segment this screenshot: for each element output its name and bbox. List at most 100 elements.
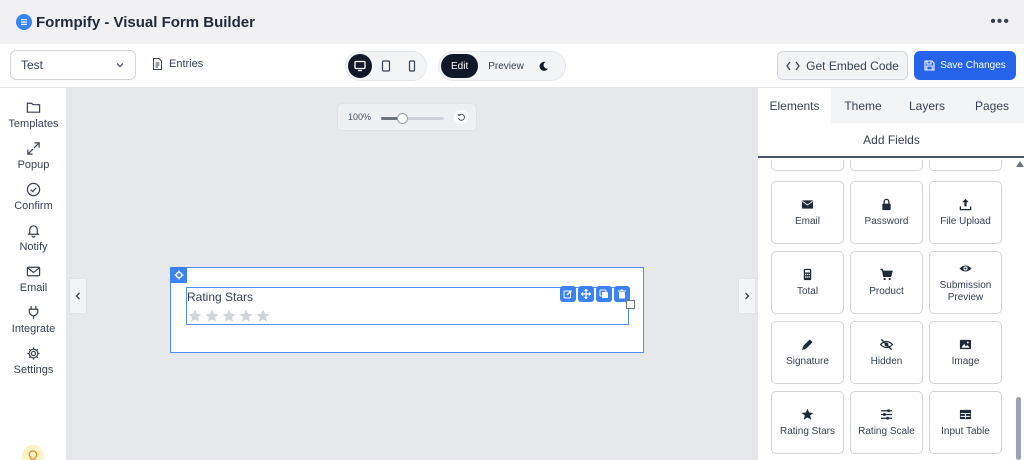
more-options-button[interactable]: ••• (990, 13, 1010, 31)
sidebar-item-notify[interactable]: Notify (0, 223, 67, 259)
star-icon[interactable] (238, 308, 254, 324)
star-icon[interactable] (255, 308, 271, 324)
sidebar-item-email[interactable]: Email (0, 264, 67, 300)
desktop-view-button[interactable] (348, 54, 372, 78)
edit-field-button[interactable] (560, 286, 576, 302)
cart-icon (880, 268, 893, 280)
moon-icon (539, 61, 548, 71)
entries-button[interactable]: Entries (152, 58, 203, 70)
field-card-product[interactable]: Product (850, 251, 923, 314)
tablet-view-button[interactable] (374, 54, 398, 78)
pen-icon (801, 338, 813, 350)
device-toggle (345, 51, 427, 81)
collapse-left-button[interactable] (69, 278, 87, 314)
form-container[interactable]: Rating Stars (170, 267, 644, 353)
field-card-label: Password (864, 215, 909, 227)
bell-icon (27, 225, 40, 238)
edit-mode-button[interactable]: Edit (441, 54, 479, 78)
tab-elements[interactable]: Elements (758, 88, 831, 123)
field-card-image[interactable]: Image (929, 321, 1002, 384)
calculator-icon (803, 268, 812, 280)
sidebar-item-label: Popup (17, 159, 50, 171)
field-card-submission-preview[interactable]: Submission Preview (929, 251, 1002, 314)
field-card-signature[interactable]: Signature (771, 321, 844, 384)
eye-icon (959, 264, 972, 272)
check-circle-icon (26, 182, 41, 197)
preview-mode-button[interactable]: Preview (478, 54, 534, 78)
save-changes-button[interactable]: Save Changes (914, 51, 1016, 80)
collapse-right-button[interactable] (738, 278, 756, 314)
app-title: Formpify - Visual Form Builder (36, 13, 255, 31)
scroll-up-arrow[interactable] (1016, 161, 1024, 167)
sidebar-item-confirm[interactable]: Confirm (0, 182, 67, 218)
field-card-rating-stars[interactable]: Rating Stars (771, 391, 844, 454)
get-embed-code-button[interactable]: Get Embed Code (777, 51, 908, 80)
zoom-label: 100% (348, 112, 372, 122)
zoom-reset-button[interactable] (454, 110, 468, 124)
sidebar-item-settings[interactable]: Settings (0, 346, 67, 382)
field-card-label: Input Table (941, 425, 990, 437)
edit-icon (563, 290, 572, 299)
title-bar: Formpify - Visual Form Builder ••• (0, 0, 1024, 44)
field-card-file-upload[interactable]: File Upload (929, 181, 1002, 244)
field-card-label: Rating Stars (779, 425, 836, 437)
add-fields-heading: Add Fields (758, 123, 1024, 158)
container-settings-button[interactable] (170, 267, 187, 283)
field-card-rating-scale[interactable]: Rating Scale (850, 391, 923, 454)
lightbulb-icon[interactable] (22, 445, 44, 460)
plug-icon (28, 305, 39, 320)
dark-mode-toggle[interactable] (538, 61, 549, 72)
star-icon[interactable] (221, 308, 237, 324)
resize-handle[interactable] (626, 300, 635, 309)
form-select[interactable]: Test (10, 50, 136, 80)
star-icon[interactable] (187, 308, 203, 324)
field-card-previous[interactable] (771, 160, 844, 171)
field-card-input-table[interactable]: Input Table (929, 391, 1002, 454)
envelope-icon (801, 199, 814, 209)
field-card-email[interactable]: Email (771, 181, 844, 244)
trash-icon (618, 289, 626, 299)
sliders-icon (880, 408, 893, 420)
zoom-slider[interactable] (381, 113, 444, 124)
mobile-view-button[interactable] (400, 54, 424, 78)
duplicate-field-button[interactable] (596, 286, 612, 302)
sidebar-item-label: Confirm (14, 200, 53, 212)
field-card-previous[interactable] (850, 160, 923, 171)
form-canvas[interactable]: 100% Rating Stars (67, 88, 757, 460)
sidebar-item-integrate[interactable]: Integrate (0, 305, 67, 341)
toolbar: Test Entries Edit Preview Get Embed Code… (0, 44, 1024, 88)
star-icon (801, 408, 814, 420)
zoom-slider-thumb[interactable] (396, 113, 408, 124)
field-actions (560, 286, 630, 302)
field-card-label: Signature (786, 355, 829, 367)
upload-icon (959, 198, 972, 210)
move-field-button[interactable] (578, 286, 594, 302)
sidebar-item-label: Notify (19, 241, 48, 253)
expand-icon (27, 142, 40, 155)
field-card-label: Total (796, 285, 819, 297)
scrollbar-thumb[interactable] (1016, 397, 1021, 460)
field-card-previous[interactable] (929, 160, 1002, 171)
star-icon[interactable] (204, 308, 220, 324)
mode-toggle: Edit Preview (438, 51, 566, 81)
field-card-password[interactable]: Password (850, 181, 923, 244)
sidebar-item-popup[interactable]: Popup (0, 141, 67, 177)
sidebar-item-label: Integrate (11, 323, 56, 335)
code-icon (786, 61, 800, 70)
tab-layers[interactable]: Layers (895, 88, 959, 123)
rating-stars[interactable] (187, 308, 271, 324)
right-panel: Elements Theme Layers Pages Add Fields E… (757, 88, 1024, 460)
move-icon (581, 289, 591, 299)
field-card-label: Image (951, 355, 980, 367)
left-sidebar: Templates Popup Confirm Notify Email Int… (0, 88, 67, 460)
app-logo-icon (16, 14, 32, 30)
field-card-hidden[interactable]: Hidden (850, 321, 923, 384)
field-card-total[interactable]: Total (771, 251, 844, 314)
field-card-label: Rating Scale (858, 425, 915, 437)
embed-label: Get Embed Code (806, 58, 899, 73)
rating-stars-field[interactable]: Rating Stars (186, 286, 635, 325)
sidebar-item-templates[interactable]: Templates (0, 100, 67, 136)
tab-pages[interactable]: Pages (959, 88, 1024, 123)
sidebar-item-label: Settings (13, 364, 54, 376)
tab-theme[interactable]: Theme (831, 88, 895, 123)
